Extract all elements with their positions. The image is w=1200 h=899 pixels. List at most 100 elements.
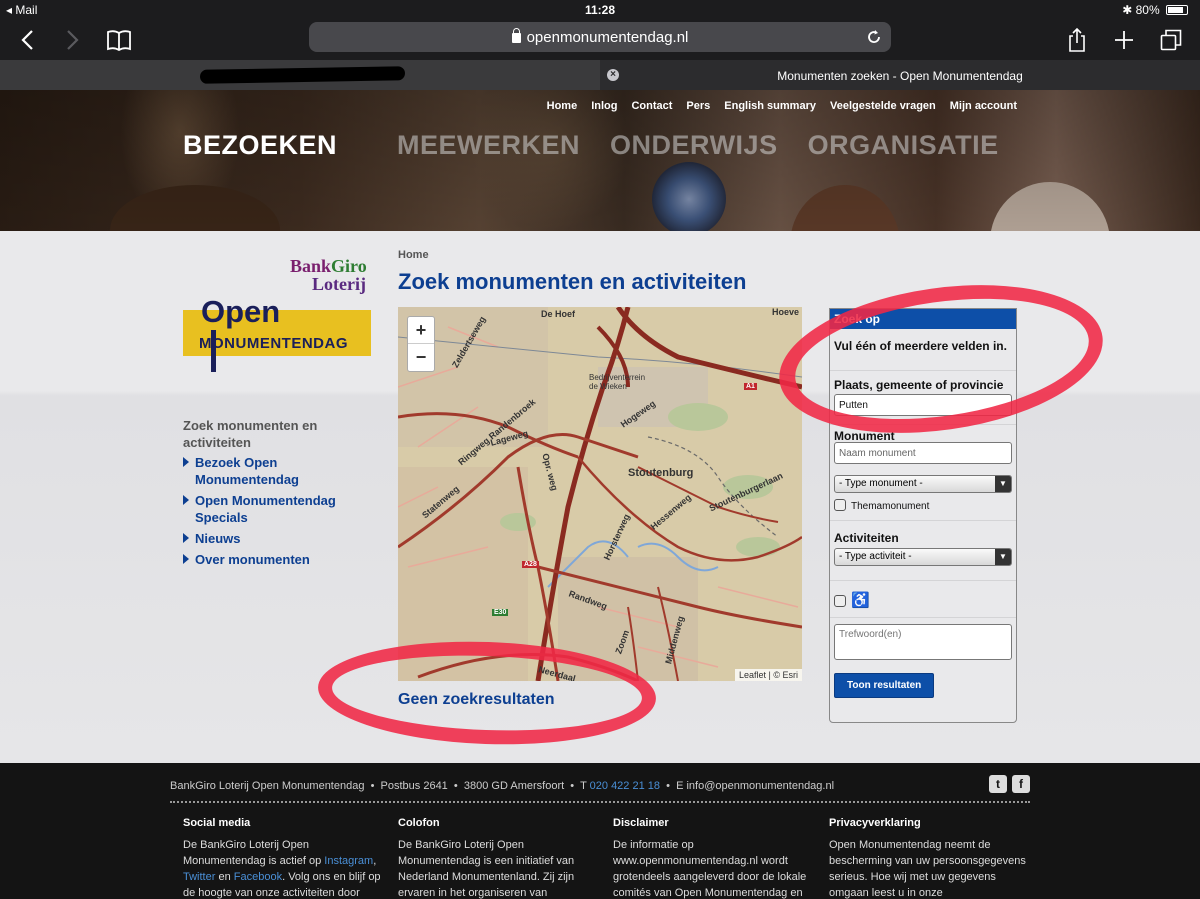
- facebook-icon[interactable]: f: [1012, 775, 1030, 793]
- footer-col-text: De BankGiro Loterij Open Monumentendag i…: [398, 839, 575, 899]
- map-attribution[interactable]: Leaflet | © Esri: [735, 669, 802, 681]
- footer-col-title: Disclaimer: [613, 817, 669, 829]
- lock-icon: [511, 28, 521, 43]
- footer-col-disclaimer: Disclaimer De informatie op www.openmonu…: [613, 815, 813, 899]
- footer-text: De BankGiro Loterij Open Monumentendag i…: [183, 839, 322, 867]
- tab-active[interactable]: × Monumenten zoeken - Open Monumentendag: [600, 60, 1200, 90]
- map-label: Bedrijventerrein de Wieken: [589, 373, 646, 391]
- mainnav-onderwijs[interactable]: ONDERWIJS: [610, 130, 778, 161]
- bookmarks-button[interactable]: [104, 26, 134, 54]
- topnav-inlog[interactable]: Inlog: [591, 100, 617, 112]
- twitter-icon[interactable]: t: [989, 775, 1007, 793]
- section-divider: [830, 580, 1016, 581]
- mainnav-organisatie[interactable]: ORGANISATIE: [808, 130, 999, 161]
- footer-contact-line: BankGiro Loterij Open Monumentendag • Po…: [170, 780, 835, 792]
- instagram-link[interactable]: Instagram: [324, 855, 373, 867]
- logo-text-loterij: Loterij: [312, 274, 366, 294]
- zoom-in-button[interactable]: +: [408, 317, 434, 344]
- topnav-pers[interactable]: Pers: [686, 100, 710, 112]
- address-bar[interactable]: openmonumentendag.nl: [309, 22, 891, 52]
- footer-col-colofon: Colofon De BankGiro Loterij Open Monumen…: [398, 815, 598, 899]
- reload-button[interactable]: [863, 26, 885, 48]
- top-navigation: Home Inlog Contact Pers English summary …: [547, 100, 1017, 112]
- footer-col-title: Social media: [183, 817, 251, 829]
- monument-name-input[interactable]: [834, 442, 1012, 464]
- footer-col-title: Colofon: [398, 817, 440, 829]
- twitter-link[interactable]: Twitter: [183, 871, 215, 883]
- side-navigation: Zoek monumenten en activiteiten Bezoek O…: [183, 417, 343, 572]
- show-results-button[interactable]: Toon resultaten: [834, 673, 935, 698]
- battery-status: ✱ 80%: [1122, 3, 1188, 17]
- bankgiro-loterij-logo[interactable]: BankGiro Loterij: [290, 257, 367, 293]
- mainnav-bezoeken[interactable]: BEZOEKEN: [183, 130, 337, 161]
- accessibility-row: ♿: [834, 591, 1012, 609]
- new-tab-button[interactable]: [1109, 26, 1139, 54]
- tab-title: Monumenten zoeken - Open Monumentendag: [777, 69, 1023, 83]
- topnav-home[interactable]: Home: [547, 100, 578, 112]
- chevron-left-icon: [21, 30, 33, 50]
- type-activity-value: - Type activiteit -: [839, 551, 912, 562]
- tab-inactive[interactable]: [0, 60, 600, 90]
- footer-text: en: [218, 871, 231, 883]
- wheelchair-checkbox[interactable]: [834, 595, 846, 607]
- topnav-faq[interactable]: Veelgestelde vragen: [830, 100, 936, 112]
- main-navigation: BEZOEKEN MEEWERKEN ONDERWIJS ORGANISATIE: [183, 130, 1029, 161]
- sidenav-title: Zoek monumenten en activiteiten: [183, 418, 318, 450]
- footer-col-title: Privacyverklaring: [829, 817, 921, 829]
- map-label: De Hoef: [541, 309, 576, 319]
- tab-strip: × Monumenten zoeken - Open Monumentendag: [0, 60, 1200, 90]
- topnav-contact[interactable]: Contact: [631, 100, 672, 112]
- book-icon: [107, 30, 131, 51]
- tabs-overview-button[interactable]: [1156, 26, 1186, 54]
- footer-postbus: Postbus 2641: [380, 780, 448, 792]
- battery-icon: [1166, 5, 1188, 15]
- topnav-english-summary[interactable]: English summary: [724, 100, 816, 112]
- site-footer: BankGiro Loterij Open Monumentendag • Po…: [0, 763, 1200, 899]
- reload-icon: [868, 30, 880, 43]
- logo-text-open: Open: [201, 294, 281, 329]
- share-button[interactable]: [1062, 26, 1092, 54]
- sidenav-item-nieuws[interactable]: Nieuws: [183, 530, 343, 547]
- footer-col-text: De informatie op www.openmonumentendag.n…: [613, 839, 807, 899]
- section-divider: [830, 617, 1016, 618]
- topnav-my-account[interactable]: Mijn account: [950, 100, 1017, 112]
- breadcrumb[interactable]: Home: [398, 249, 429, 261]
- road-shield: A28: [522, 561, 539, 568]
- themamonument-label: Themamonument: [851, 501, 930, 512]
- map-zoom-control: + −: [407, 316, 435, 372]
- footer-phone-prefix: T: [580, 780, 587, 792]
- footer-text: ,: [373, 855, 377, 867]
- section-divider: [830, 520, 1016, 521]
- keyword-textarea[interactable]: [834, 624, 1012, 660]
- mainnav-meewerken[interactable]: MEEWERKEN: [397, 130, 580, 161]
- type-monument-value: - Type monument -: [839, 478, 923, 489]
- dropdown-arrow-icon: ▼: [995, 549, 1011, 565]
- type-activity-select[interactable]: - Type activiteit - ▼: [834, 548, 1012, 566]
- back-button[interactable]: [12, 26, 42, 54]
- sidenav-item-bezoek[interactable]: Bezoek Open Monumentendag: [183, 454, 343, 488]
- road-shield: A1: [744, 383, 757, 390]
- road-shield: E30: [492, 609, 509, 616]
- type-monument-select[interactable]: - Type monument - ▼: [834, 475, 1012, 493]
- wheelchair-icon: ♿: [851, 592, 870, 609]
- footer-phone-link[interactable]: 020 422 21 18: [590, 780, 660, 792]
- footer-email[interactable]: E info@openmonumentendag.nl: [676, 780, 834, 792]
- forward-button[interactable]: [58, 26, 88, 54]
- footer-col-social: Social media De BankGiro Loterij Open Mo…: [183, 815, 383, 899]
- logo-text-giro: Giro: [331, 256, 367, 276]
- sidenav-item-specials[interactable]: Open Monumentendag Specials: [183, 492, 343, 526]
- facebook-link[interactable]: Facebook: [234, 871, 282, 883]
- open-monumentendag-logo[interactable]: Open MONUMENTENDAG: [183, 294, 371, 372]
- browser-toolbar: openmonumentendag.nl: [0, 20, 1200, 60]
- sidenav-item-over-monumenten[interactable]: Over monumenten: [183, 551, 343, 568]
- zoom-out-button[interactable]: −: [408, 344, 434, 371]
- page-title: Zoek monumenten en activiteiten: [398, 269, 747, 294]
- ios-status-bar: ◂ Mail 11:28 ✱ 80%: [0, 0, 1200, 20]
- share-icon: [1069, 27, 1085, 52]
- themamonument-checkbox[interactable]: [834, 499, 846, 511]
- map-view[interactable]: + − De Hoef Hoeve Bedrijventerrein de Wi…: [398, 307, 802, 681]
- tabs-icon: [1160, 29, 1182, 51]
- map-label: Stoutenburg: [628, 467, 694, 479]
- plus-icon: [1115, 31, 1133, 49]
- logo-text-bank: Bank: [290, 256, 332, 276]
